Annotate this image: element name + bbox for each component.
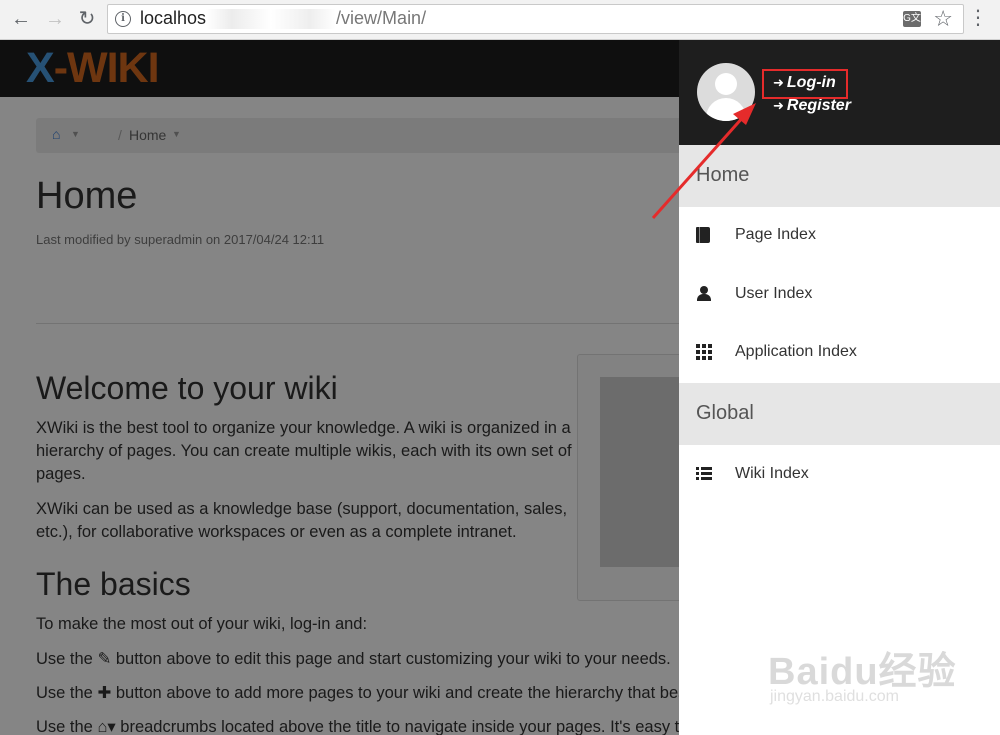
url-host: localhos xyxy=(140,8,207,28)
user-icon xyxy=(696,286,712,302)
grid-icon xyxy=(696,344,712,360)
browser-toolbar: ← → ↻ i localhos/view/Main/ G文 ☆ ⋮ xyxy=(0,0,1000,40)
url-path: /view/Main/ xyxy=(336,8,427,28)
section-heading-global: Global xyxy=(679,383,1000,445)
sign-in-icon: ➜ xyxy=(773,98,784,113)
site-info-icon[interactable]: i xyxy=(115,11,131,27)
address-bar[interactable]: i localhos/view/Main/ G文 ☆ xyxy=(107,4,964,34)
menu-item-page-index[interactable]: Page Index xyxy=(679,207,1000,265)
menu-item-wiki-index[interactable]: Wiki Index xyxy=(679,446,1000,504)
menu-item-label: User Index xyxy=(735,285,813,302)
browser-menu-icon[interactable]: ⋮ xyxy=(968,6,988,30)
menu-item-user-index[interactable]: User Index xyxy=(679,266,1000,324)
bookmark-star-icon[interactable]: ☆ xyxy=(933,6,953,32)
navigation-drawer: ➜ Log-in ➜ Register Home Page Index User I… xyxy=(679,40,1000,735)
menu-item-label: Application Index xyxy=(735,343,857,360)
register-label: Register xyxy=(786,97,851,114)
url-text[interactable]: localhos/view/Main/ xyxy=(140,8,427,30)
menu-item-application-index[interactable]: Application Index xyxy=(679,324,1000,382)
reload-icon[interactable]: ↻ xyxy=(74,6,100,32)
section-heading-home: Home xyxy=(679,145,1000,207)
url-redacted xyxy=(206,9,337,30)
list-icon xyxy=(696,466,712,482)
translate-icon[interactable]: G文 xyxy=(903,11,921,27)
register-link[interactable]: ➜ Register xyxy=(773,97,851,115)
back-arrow-icon[interactable]: ← xyxy=(8,6,34,32)
drawer-header: ➜ Log-in ➜ Register xyxy=(679,40,1000,145)
avatar xyxy=(697,63,755,121)
menu-item-label: Page Index xyxy=(735,226,816,243)
forward-arrow-icon[interactable]: → xyxy=(42,6,68,32)
login-highlight-box xyxy=(762,69,848,99)
drawer-backdrop[interactable] xyxy=(0,40,679,735)
menu-item-label: Wiki Index xyxy=(735,465,809,482)
book-icon xyxy=(696,227,710,243)
